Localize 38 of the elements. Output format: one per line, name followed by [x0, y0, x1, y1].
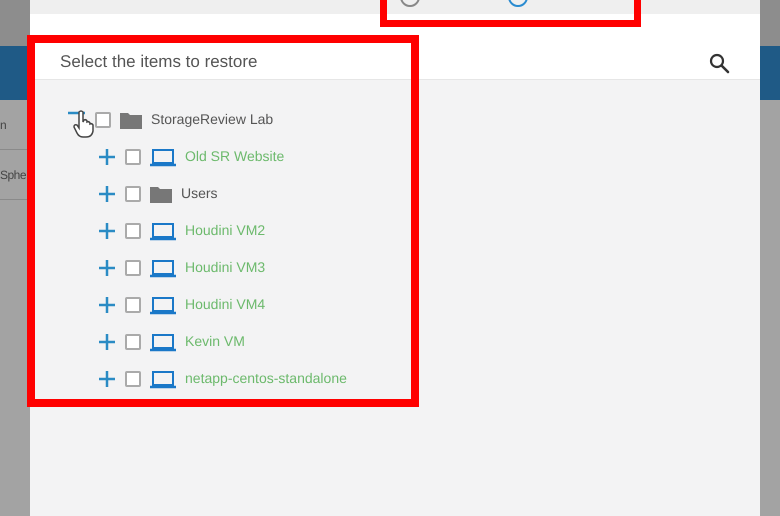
checkbox[interactable] [125, 260, 141, 276]
background-text: n [0, 116, 6, 134]
expand-icon[interactable] [97, 294, 117, 314]
hand-cursor-icon [72, 109, 96, 139]
background-text: Sphe [0, 166, 26, 184]
checkbox[interactable] [125, 334, 141, 350]
tree-item-label[interactable]: Houdini VM2 [185, 220, 266, 241]
panel-title: Select the items to restore [60, 50, 258, 72]
expand-icon[interactable] [97, 258, 117, 278]
tree-item-label[interactable]: Houdini VM4 [185, 294, 266, 315]
laptop-icon [149, 258, 177, 278]
checkbox[interactable] [125, 296, 141, 312]
expand-icon[interactable] [97, 184, 117, 204]
header-band [760, 46, 780, 100]
tree-item-label[interactable]: Users [181, 183, 218, 204]
expand-icon[interactable] [97, 368, 117, 388]
checkbox[interactable] [125, 186, 141, 202]
checkbox[interactable] [125, 222, 141, 238]
tree-item-label[interactable]: Houdini VM3 [185, 257, 266, 278]
laptop-icon [149, 332, 177, 352]
laptop-icon [149, 146, 177, 166]
tree-item-label[interactable]: Old SR Website [185, 146, 284, 167]
laptop-icon [149, 220, 177, 240]
laptop-icon [149, 368, 177, 388]
tree-item-label[interactable]: StorageReview Lab [151, 109, 274, 130]
radio-button[interactable] [507, 0, 529, 8]
expand-icon[interactable] [97, 332, 117, 352]
search-icon[interactable] [708, 52, 730, 74]
tree-item-label[interactable]: Kevin VM [185, 331, 245, 352]
checkbox[interactable] [125, 148, 141, 164]
expand-icon[interactable] [97, 146, 117, 166]
checkbox[interactable] [95, 112, 111, 128]
radio-button[interactable] [399, 0, 421, 8]
expand-icon[interactable] [97, 220, 117, 240]
tree-item-label[interactable]: netapp-centos-standalone [185, 368, 347, 389]
header-band [0, 46, 30, 100]
laptop-icon [149, 294, 177, 314]
checkbox[interactable] [125, 370, 141, 386]
